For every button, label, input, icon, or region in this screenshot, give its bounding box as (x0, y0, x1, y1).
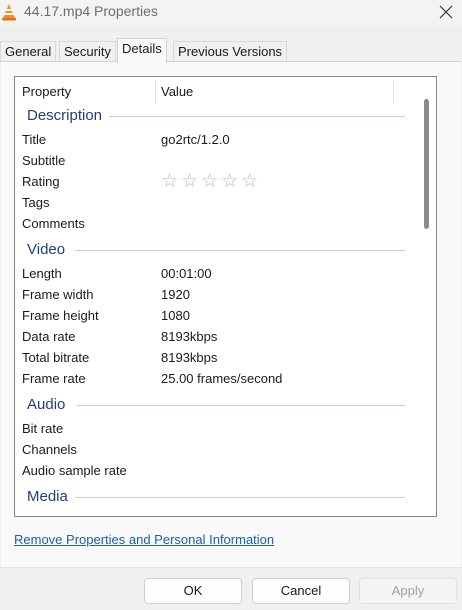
cancel-button[interactable]: Cancel (252, 578, 350, 604)
rating-stars[interactable]: ☆☆☆☆☆ (161, 172, 261, 192)
group-divider (109, 116, 405, 117)
group-header-description: Description (27, 107, 109, 124)
close-button[interactable] (430, 0, 462, 26)
property-frame-height: Frame height (22, 308, 99, 323)
vlc-cone-icon (0, 3, 18, 21)
property-frame-rate: Frame rate (22, 371, 86, 386)
property-title: Title (22, 132, 47, 147)
value-frame-width: 1920 (161, 287, 190, 302)
property-tags: Tags (22, 195, 50, 210)
scrollbar-thumb[interactable] (424, 99, 429, 229)
column-divider[interactable] (393, 80, 394, 104)
group-divider (75, 250, 405, 251)
property-total-bitrate: Total bitrate (22, 350, 90, 365)
property-subtitle: Subtitle (22, 153, 66, 168)
value-data-rate: 8193kbps (161, 329, 218, 344)
property-list[interactable]: Property Value Description Title go2rtc/… (14, 76, 437, 517)
group-divider (77, 405, 405, 406)
property-comments: Comments (22, 216, 85, 231)
tab-previous-versions[interactable]: Previous Versions (173, 41, 288, 62)
column-divider[interactable] (155, 80, 156, 104)
tab-security[interactable]: Security (59, 41, 116, 62)
column-header-value[interactable]: Value (161, 84, 193, 99)
tab-details[interactable]: Details (117, 38, 167, 63)
apply-button[interactable]: Apply (359, 578, 457, 604)
tab-general[interactable]: General (0, 41, 57, 62)
property-length: Length (22, 266, 62, 281)
property-data-rate: Data rate (22, 329, 76, 344)
property-bit-rate: Bit rate (22, 421, 64, 436)
window-title: 44.17.mp4 Properties (24, 3, 158, 19)
tab-strip: General Security Details Previous Versio… (0, 38, 462, 63)
ok-button[interactable]: OK (144, 578, 242, 604)
property-frame-width: Frame width (22, 287, 94, 302)
property-rating: Rating (22, 174, 60, 189)
group-divider (75, 497, 405, 498)
property-audio-sample-rate: Audio sample rate (22, 463, 127, 478)
value-frame-height: 1080 (161, 308, 190, 323)
remove-properties-link[interactable]: Remove Properties and Personal Informati… (14, 532, 274, 547)
group-header-video: Video (27, 241, 72, 258)
title-bar: 44.17.mp4 Properties (0, 0, 462, 26)
value-length: 00:01:00 (161, 266, 212, 281)
close-icon (439, 5, 453, 22)
value-title[interactable]: go2rtc/1.2.0 (161, 132, 230, 147)
value-frame-rate: 25.00 frames/second (161, 371, 283, 386)
column-header-property[interactable]: Property (22, 84, 71, 99)
value-total-bitrate: 8193kbps (161, 350, 218, 365)
property-channels: Channels (22, 442, 77, 457)
group-header-media: Media (27, 488, 74, 505)
group-header-audio: Audio (27, 396, 72, 413)
